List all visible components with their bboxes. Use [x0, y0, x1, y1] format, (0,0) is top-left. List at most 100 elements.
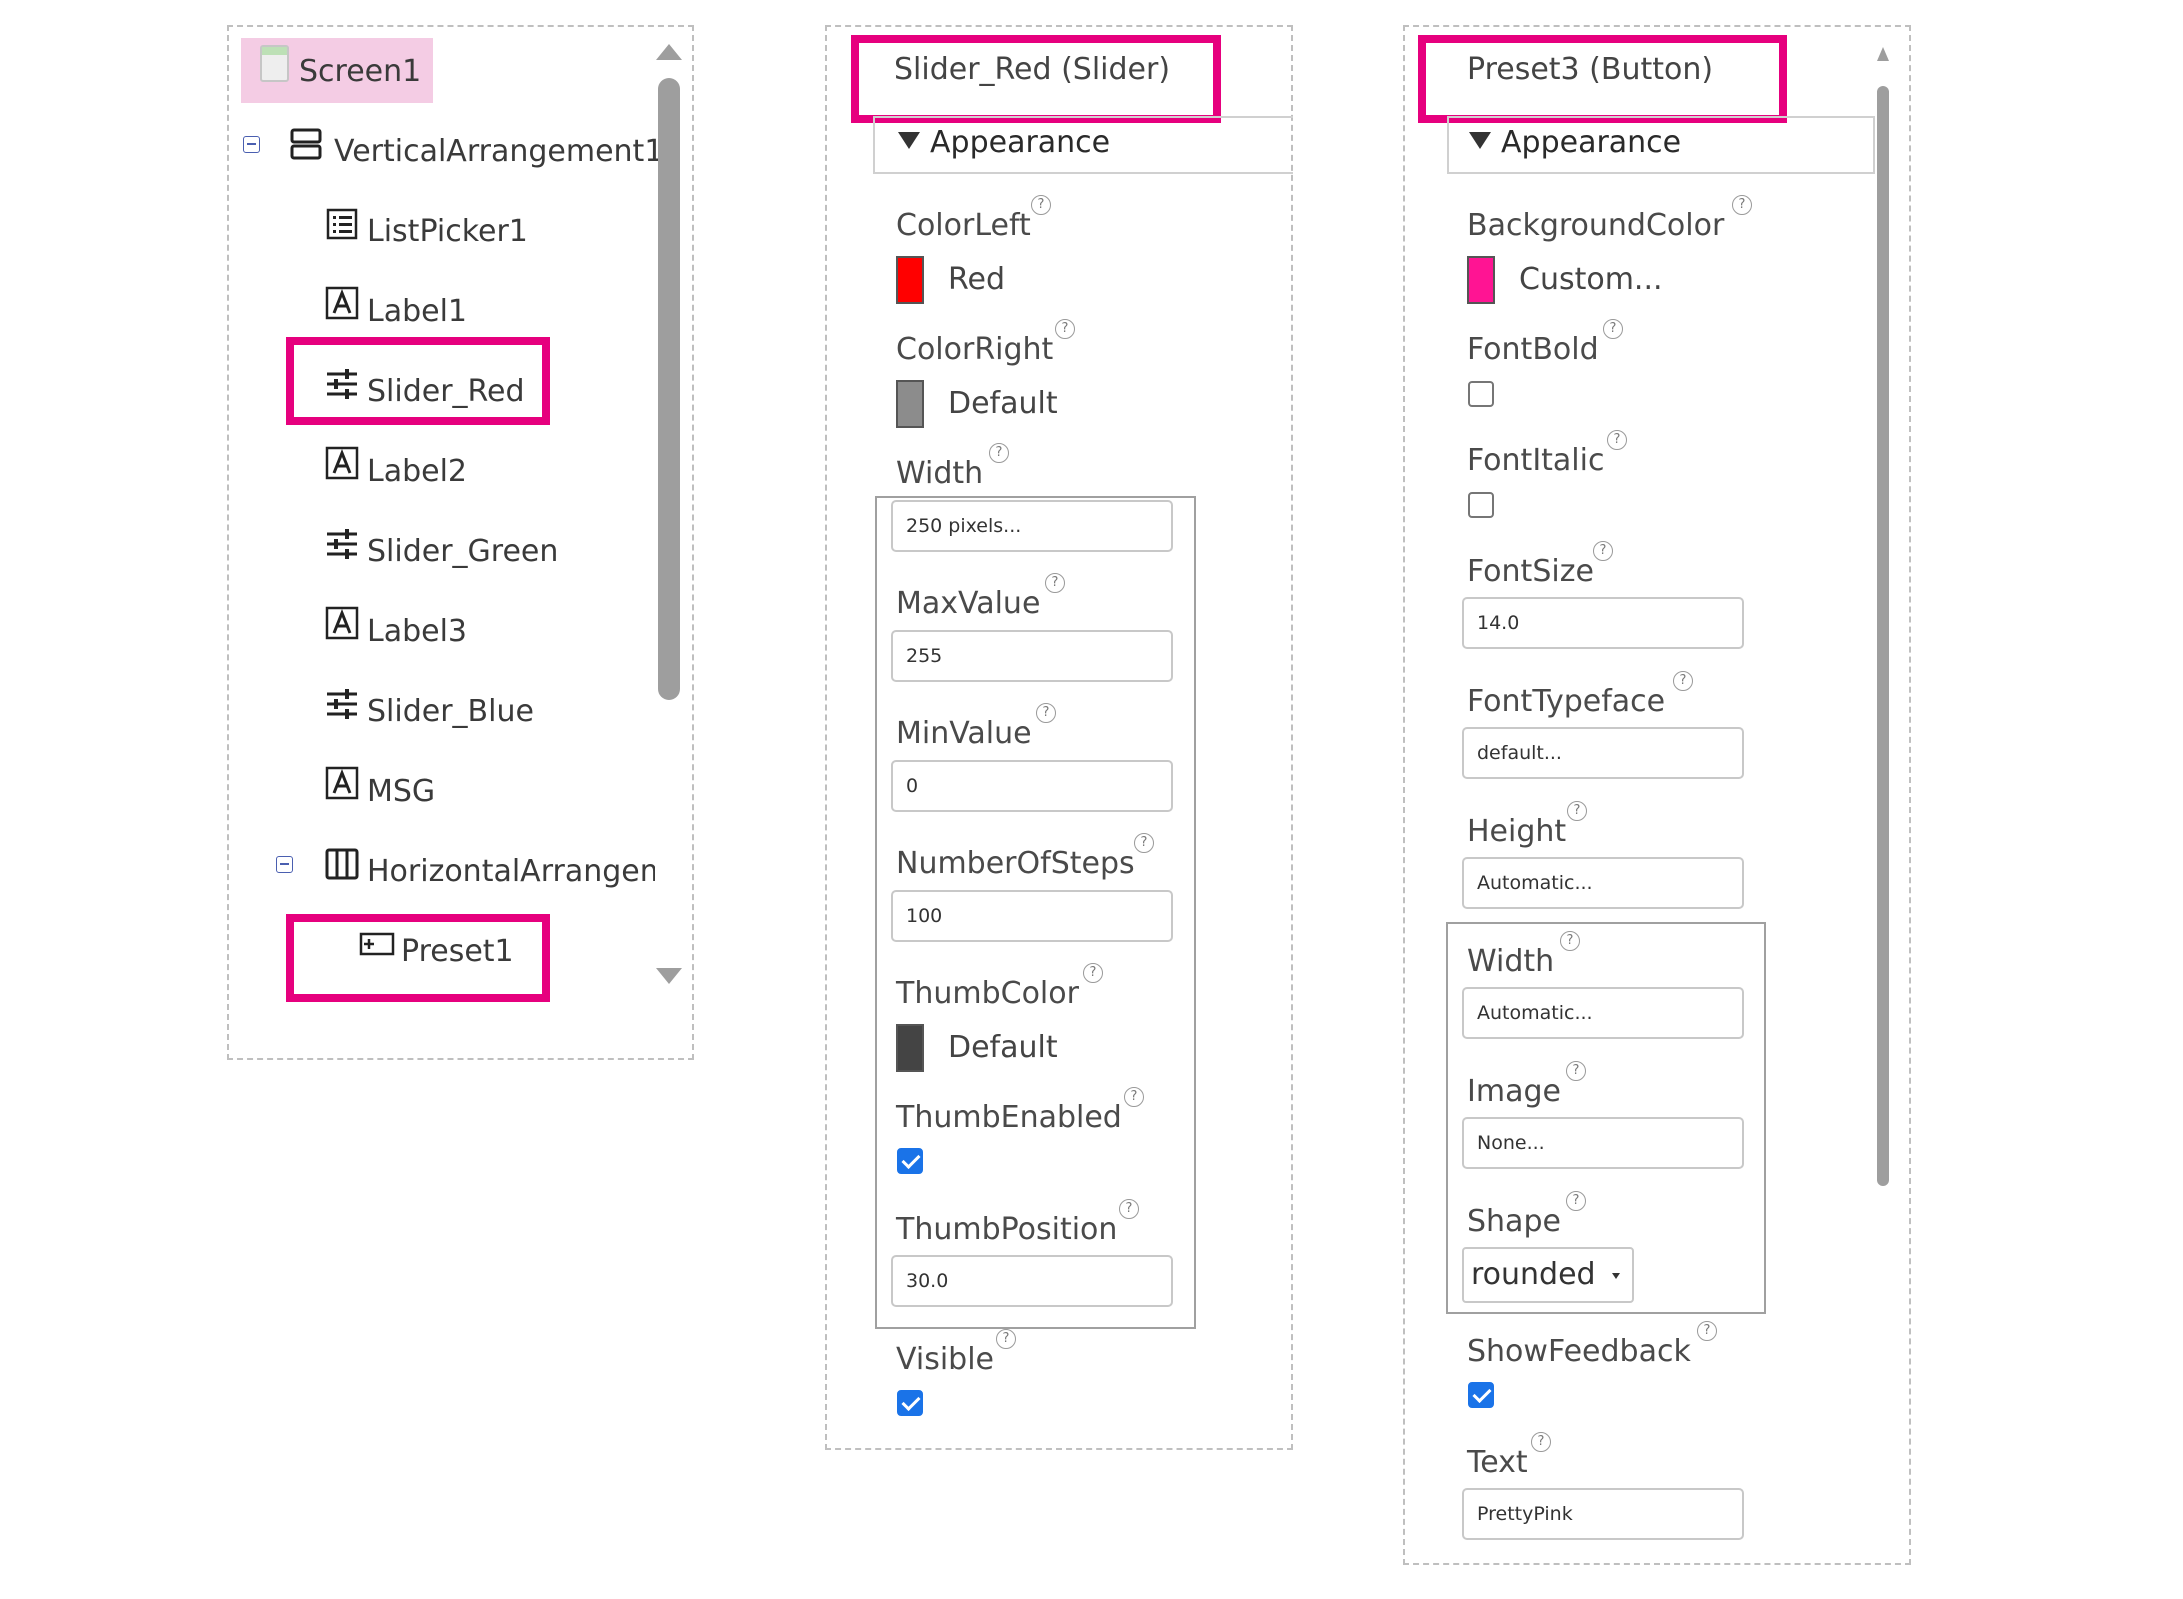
color-right-value[interactable]: Default	[948, 386, 1058, 422]
help-icon[interactable]: ?	[1036, 703, 1056, 723]
help-icon[interactable]: ?	[1566, 1061, 1586, 1081]
background-color-swatch[interactable]	[1467, 256, 1495, 304]
visible-checkbox[interactable]	[897, 1390, 923, 1416]
height-input[interactable]: Automatic...	[1462, 857, 1744, 909]
help-icon[interactable]: ?	[1124, 1087, 1144, 1107]
property-label: ShowFeedback	[1467, 1334, 1691, 1369]
color-left-swatch[interactable]	[896, 256, 924, 304]
background-color-value[interactable]: Custom...	[1519, 262, 1663, 298]
font-bold-checkbox[interactable]	[1468, 381, 1494, 407]
width-input[interactable]: Automatic...	[1462, 987, 1744, 1039]
number-of-steps-input[interactable]: 100	[891, 890, 1173, 942]
horizontal-arrangement-icon	[325, 848, 359, 880]
property-label: Height	[1467, 814, 1567, 849]
property-label: Image	[1467, 1074, 1561, 1109]
property-label: Visible	[896, 1342, 994, 1377]
color-right-swatch[interactable]	[896, 380, 924, 428]
thumb-color-swatch[interactable]	[896, 1024, 924, 1072]
help-icon[interactable]: ?	[1045, 573, 1065, 593]
help-icon[interactable]: ?	[996, 1329, 1016, 1349]
property-label: FontBold	[1467, 332, 1599, 367]
tree-item-label[interactable]: Slider_Blue	[367, 695, 534, 729]
help-icon[interactable]: ?	[1566, 1191, 1586, 1211]
dropdown-caret-icon	[1612, 1273, 1620, 1279]
vertical-arrangement-icon	[290, 128, 322, 160]
help-icon[interactable]: ?	[1732, 195, 1752, 215]
property-label: FontTypeface	[1467, 684, 1666, 719]
font-italic-checkbox[interactable]	[1468, 492, 1494, 518]
tree-item-label[interactable]: Label3	[367, 615, 467, 649]
properties-scrollbar[interactable]	[1877, 86, 1889, 1186]
appearance-section-label[interactable]: Appearance	[898, 125, 1110, 161]
help-icon[interactable]: ?	[1603, 319, 1623, 339]
tree-item-label[interactable]: VerticalArrangement1	[334, 135, 663, 169]
tree-item-label: Screen1	[299, 54, 422, 89]
label-icon	[325, 286, 359, 320]
tree-item-label[interactable]: Label2	[367, 455, 467, 489]
color-left-value[interactable]: Red	[948, 262, 1005, 298]
property-label: ColorLeft	[896, 208, 1031, 243]
highlight-preset1	[286, 914, 550, 1002]
help-icon[interactable]: ?	[1119, 1199, 1139, 1219]
screen-icon	[260, 45, 289, 82]
help-icon[interactable]: ?	[1697, 1321, 1717, 1341]
help-icon[interactable]: ?	[1134, 833, 1154, 853]
shape-select-value: rounded	[1471, 1257, 1596, 1292]
help-icon[interactable]: ?	[1031, 195, 1051, 215]
label-icon	[325, 766, 359, 800]
label-icon	[325, 606, 359, 640]
help-icon[interactable]: ?	[1083, 963, 1103, 983]
thumb-position-input[interactable]: 30.0	[891, 1255, 1173, 1307]
text-input[interactable]: PrettyPink	[1462, 1488, 1744, 1540]
appearance-section-label[interactable]: Appearance	[1469, 125, 1681, 161]
help-icon[interactable]: ?	[1607, 430, 1627, 450]
image-input[interactable]: None...	[1462, 1117, 1744, 1169]
font-typeface-input[interactable]: default...	[1462, 727, 1744, 779]
scroll-up-arrow-icon[interactable]	[1877, 47, 1889, 61]
property-label: MinValue	[896, 716, 1032, 751]
font-size-input[interactable]: 14.0	[1462, 597, 1744, 649]
collapse-triangle-icon	[1469, 132, 1491, 149]
show-feedback-checkbox[interactable]	[1468, 1382, 1494, 1408]
property-label: Text	[1467, 1445, 1528, 1480]
tree-item-label[interactable]: ListPicker1	[367, 215, 528, 249]
scroll-up-arrow-icon[interactable]	[656, 44, 682, 60]
help-icon[interactable]: ?	[1560, 931, 1580, 951]
help-icon[interactable]: ?	[1673, 671, 1693, 691]
property-label: Width	[896, 456, 984, 491]
help-icon[interactable]: ?	[1567, 801, 1587, 821]
property-label: BackgroundColor	[1467, 208, 1725, 243]
property-label: NumberOfSteps	[896, 846, 1135, 881]
property-label: ThumbEnabled	[896, 1100, 1122, 1135]
collapse-toggle-icon[interactable]	[276, 856, 293, 873]
tree-scrollbar[interactable]	[658, 78, 680, 700]
max-value-input[interactable]: 255	[891, 630, 1173, 682]
property-label: ThumbPosition	[896, 1212, 1118, 1247]
property-label: ColorRight	[896, 332, 1054, 367]
property-label: ThumbColor	[896, 976, 1079, 1011]
thumb-color-value[interactable]: Default	[948, 1030, 1058, 1066]
property-label: Shape	[1467, 1204, 1561, 1239]
tree-item-label[interactable]: Label1	[367, 295, 467, 329]
shape-select[interactable]: rounded	[1462, 1247, 1634, 1303]
slider-icon	[327, 529, 357, 559]
tree-item-label[interactable]: Slider_Green	[367, 535, 558, 569]
help-icon[interactable]: ?	[1531, 1432, 1551, 1452]
property-label: Width	[1467, 944, 1555, 979]
highlight-button-title	[1418, 35, 1787, 123]
property-label: MaxValue	[896, 586, 1041, 621]
property-label: FontItalic	[1467, 443, 1605, 478]
label-icon	[325, 446, 359, 480]
scroll-down-arrow-icon[interactable]	[656, 968, 682, 984]
listpicker-icon	[326, 208, 358, 240]
tree-item-label[interactable]: HorizontalArrangem	[367, 855, 655, 889]
highlight-slider-red	[286, 337, 550, 425]
min-value-input[interactable]: 0	[891, 760, 1173, 812]
thumb-enabled-checkbox[interactable]	[897, 1148, 923, 1174]
help-icon[interactable]: ?	[989, 443, 1009, 463]
help-icon[interactable]: ?	[1055, 319, 1075, 339]
tree-item-label[interactable]: MSG	[367, 775, 435, 809]
collapse-toggle-icon[interactable]	[243, 136, 260, 153]
width-input[interactable]: 250 pixels...	[891, 500, 1173, 552]
help-icon[interactable]: ?	[1593, 541, 1613, 561]
